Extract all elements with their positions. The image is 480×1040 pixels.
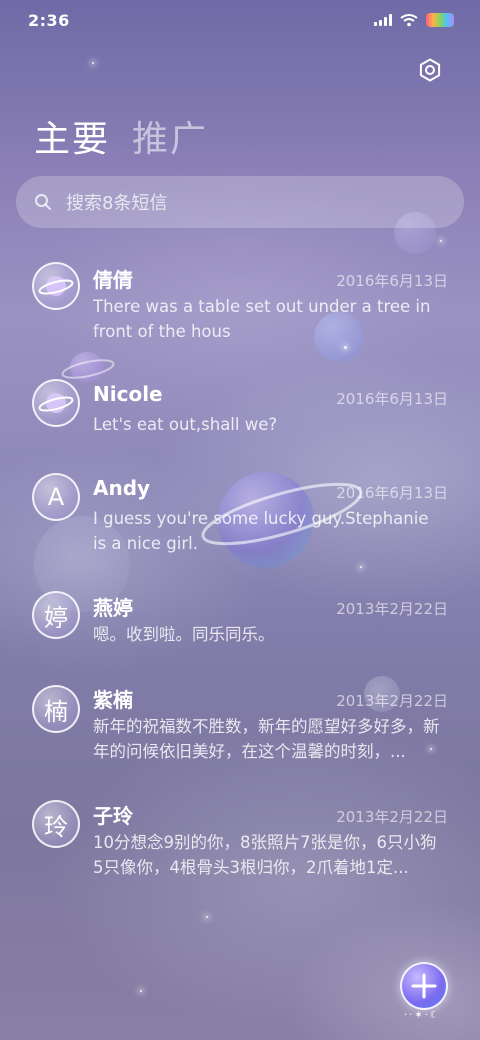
planet-avatar-icon <box>38 393 74 413</box>
contact-name: Andy <box>93 476 151 500</box>
star-decoration <box>440 240 442 242</box>
avatar-letter: 楠 <box>44 697 68 726</box>
plus-icon <box>411 973 437 999</box>
message-date: 2013年2月22日 <box>336 808 448 826</box>
avatar: 楠 <box>32 685 80 733</box>
signal-icon <box>374 14 392 26</box>
contact-name: 子玲 <box>93 804 133 828</box>
search-input[interactable]: 搜索8条短信 <box>66 189 167 215</box>
search-icon <box>35 194 51 210</box>
tab-bar: 主要 推广 <box>34 110 208 162</box>
conversation-item[interactable]: 婷 燕婷 2013年2月22日 嗯。收到啦。同乐同乐。 <box>0 580 480 674</box>
contact-name: 紫楠 <box>93 688 133 712</box>
message-preview: 10分想念9别的你，8张照片7张是你，6只小狗5只像你，4根骨头3根归你，2爪着… <box>93 833 437 877</box>
avatar: 玲 <box>32 800 80 848</box>
message-date: 2016年6月13日 <box>336 484 448 502</box>
avatar-letter: 玲 <box>44 812 68 841</box>
status-icons <box>374 13 454 27</box>
message-preview: Let's eat out,shall we? <box>93 415 278 434</box>
message-preview: 新年的祝福数不胜数，新年的愿望好多好多，新年的问候依旧美好，在这个温馨的时刻，.… <box>93 717 440 761</box>
message-preview: There was a table set out under a tree i… <box>93 297 431 341</box>
conversation-item[interactable]: 玲 子玲 2013年2月22日 10分想念9别的你，8张照片7张是你，6只小狗5… <box>0 790 480 908</box>
status-bar: 2:36 <box>0 0 480 40</box>
wifi-icon <box>400 14 418 27</box>
avatar <box>32 379 80 427</box>
message-preview: 嗯。收到啦。同乐同乐。 <box>93 625 275 644</box>
avatar: A <box>32 473 80 521</box>
avatar: 婷 <box>32 591 80 639</box>
contact-name: Nicole <box>93 382 163 406</box>
new-message-button[interactable] <box>400 962 448 1010</box>
star-decoration <box>92 62 94 64</box>
gear-icon <box>419 58 441 82</box>
message-date: 2016年6月13日 <box>336 390 448 408</box>
conversation-item[interactable]: 倩倩 2016年6月13日 There was a table set out … <box>0 250 480 360</box>
tab-primary[interactable]: 主要 <box>34 110 110 162</box>
star-decoration <box>206 916 208 918</box>
conversation-item[interactable]: A Andy 2016年6月13日 I guess you're some lu… <box>0 462 480 578</box>
conversation-item[interactable]: 楠 紫楠 2013年2月22日 新年的祝福数不胜数，新年的愿望好多好多，新年的问… <box>0 674 480 792</box>
star-decoration <box>140 990 142 992</box>
avatar <box>32 262 80 310</box>
fab-decoration: ··✶·☾ <box>404 1010 441 1021</box>
battery-icon <box>426 13 454 27</box>
message-date: 2013年2月22日 <box>336 600 448 618</box>
contact-name: 倩倩 <box>93 268 133 292</box>
tab-promotions[interactable]: 推广 <box>132 110 208 162</box>
message-preview: I guess you're some lucky guy.Stephanie … <box>93 509 429 553</box>
conversation-item[interactable]: Nicole 2016年6月13日 Let's eat out,shall we… <box>0 368 480 462</box>
settings-button[interactable] <box>416 56 444 84</box>
message-date: 2016年6月13日 <box>336 272 448 290</box>
message-date: 2013年2月22日 <box>336 692 448 710</box>
status-time: 2:36 <box>28 10 70 30</box>
avatar-letter: 婷 <box>44 603 68 632</box>
avatar-letter: A <box>47 483 65 511</box>
search-bar[interactable]: 搜索8条短信 <box>16 176 464 228</box>
contact-name: 燕婷 <box>93 596 133 620</box>
planet-avatar-icon <box>38 276 74 296</box>
